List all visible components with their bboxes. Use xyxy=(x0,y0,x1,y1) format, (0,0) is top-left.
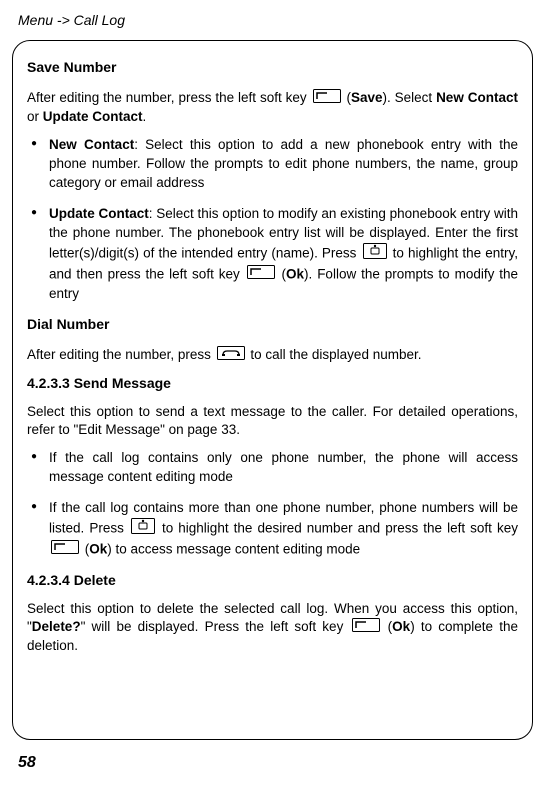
ok-label: Ok xyxy=(89,541,107,556)
save-label: Save xyxy=(351,90,383,105)
text-segment: to call the displayed number. xyxy=(250,347,421,362)
page-number: 58 xyxy=(18,754,36,772)
delete-text: Select this option to delete the selecte… xyxy=(27,600,518,656)
update-contact-label: Update Contact xyxy=(43,109,143,124)
delete-heading: 4.2.3.4 Delete xyxy=(27,572,518,588)
new-contact-label: New Contact xyxy=(436,90,518,105)
nav-key-icon xyxy=(131,518,155,540)
send-message-heading: 4.2.3.3 Send Message xyxy=(27,375,518,391)
content-container: Save Number After editing the number, pr… xyxy=(12,40,533,740)
bullet-single-number: If the call log contains only one phone … xyxy=(27,449,518,487)
left-soft-key-icon xyxy=(352,618,380,637)
bullet-text: ) to access message content editing mode xyxy=(107,541,360,556)
dial-number-text: After editing the number, press to call … xyxy=(27,346,518,365)
bullet-text: to highlight the desired number and pres… xyxy=(162,520,518,535)
delete-label: Delete? xyxy=(32,619,81,634)
call-key-icon xyxy=(217,346,245,365)
bullet-multi-number: If the call log contains more than one p… xyxy=(27,499,518,560)
left-soft-key-icon xyxy=(247,265,275,285)
send-message-intro: Select this option to send a text messag… xyxy=(27,403,518,439)
text-segment: . xyxy=(143,109,147,124)
dial-number-title: Dial Number xyxy=(27,316,518,332)
bullet-update-contact: Update Contact: Select this option to mo… xyxy=(27,205,518,303)
left-soft-key-icon xyxy=(313,89,341,108)
ok-label: Ok xyxy=(392,619,410,634)
save-number-intro: After editing the number, press the left… xyxy=(27,89,518,126)
text-segment: " will be displayed. Press the left soft… xyxy=(81,619,350,634)
left-soft-key-icon xyxy=(51,540,79,560)
bullet-title: Update Contact xyxy=(49,206,149,221)
save-number-title: Save Number xyxy=(27,59,518,75)
bullet-new-contact: New Contact: Select this option to add a… xyxy=(27,136,518,193)
nav-key-icon xyxy=(363,243,387,265)
send-message-bullets: If the call log contains only one phone … xyxy=(27,449,518,559)
text-segment: After editing the number, press xyxy=(27,347,215,362)
bullet-title: New Contact xyxy=(49,137,134,152)
text-segment: or xyxy=(27,109,43,124)
save-number-bullets: New Contact: Select this option to add a… xyxy=(27,136,518,303)
ok-label: Ok xyxy=(286,266,304,281)
text-segment: ). Select xyxy=(382,90,436,105)
text-segment: After editing the number, press the left… xyxy=(27,90,311,105)
breadcrumb-header: Menu -> Call Log xyxy=(0,0,545,28)
